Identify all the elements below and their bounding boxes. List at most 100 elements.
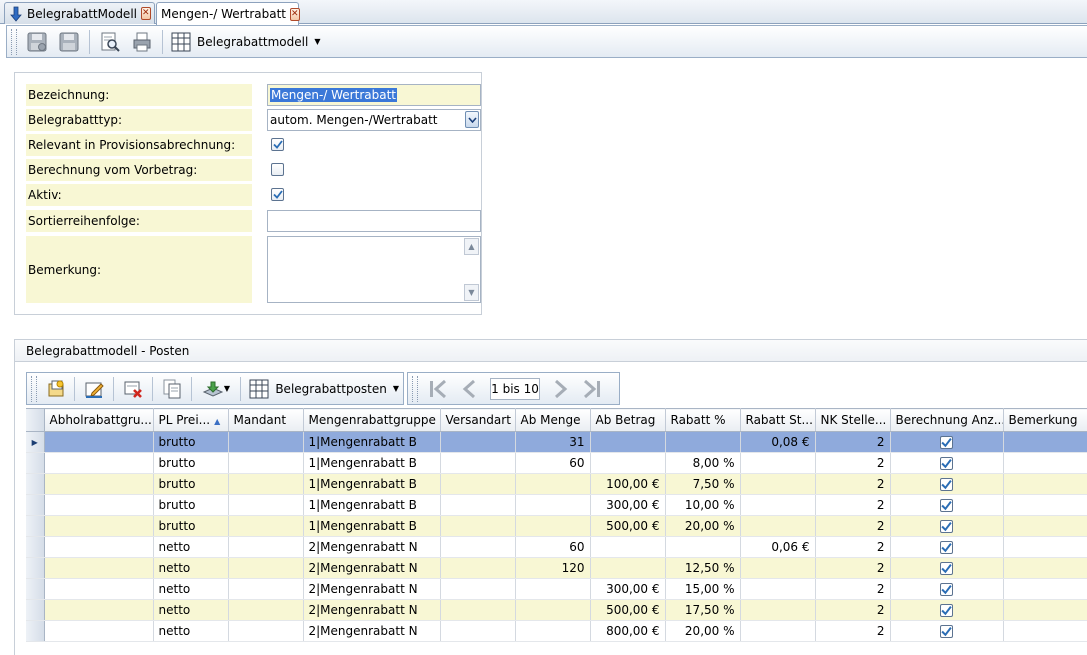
- cell-nk-stellen[interactable]: 2: [815, 599, 891, 621]
- cell-versandart[interactable]: [440, 431, 516, 453]
- cell-bemerkung[interactable]: [1003, 599, 1087, 621]
- cell-ab-betrag[interactable]: [590, 431, 666, 453]
- cell-berechnung[interactable]: [890, 599, 1004, 621]
- cell-abholrabattgruppe[interactable]: [44, 473, 154, 495]
- cell-versandart[interactable]: [440, 578, 516, 600]
- cell-mandant[interactable]: [228, 620, 304, 642]
- cell-abholrabattgruppe[interactable]: [44, 578, 154, 600]
- cell-mengenrabattgruppe[interactable]: 2|Mengenrabatt N: [303, 557, 441, 579]
- page-range-input[interactable]: 1 bis 10: [490, 377, 540, 400]
- sortierung-input[interactable]: [267, 210, 481, 232]
- cell-pl-preis[interactable]: brutto: [153, 452, 229, 474]
- typ-select[interactable]: autom. Mengen-/Wertrabatt: [267, 109, 481, 131]
- cell-ab-menge[interactable]: 31: [515, 431, 591, 453]
- cell-rabatt-stueck[interactable]: 0,08 €: [740, 431, 816, 453]
- cell-rabatt-prozent[interactable]: 20,00 %: [665, 515, 741, 537]
- cell-mandant[interactable]: [228, 599, 304, 621]
- cell-rabatt-stueck[interactable]: [740, 473, 816, 495]
- berechnung-checkbox[interactable]: [940, 499, 953, 512]
- cell-pl-preis[interactable]: brutto: [153, 515, 229, 537]
- cell-mengenrabattgruppe[interactable]: 2|Mengenrabatt N: [303, 599, 441, 621]
- col-header-rabatt-prozent[interactable]: Rabatt %: [665, 408, 741, 432]
- berechnung-checkbox[interactable]: [940, 604, 953, 617]
- cell-berechnung[interactable]: [890, 557, 1004, 579]
- cell-abholrabattgruppe[interactable]: [44, 536, 154, 558]
- cell-bemerkung[interactable]: [1003, 452, 1087, 474]
- tab-mengen-wertrabatt[interactable]: Mengen-/ Wertrabatt ✕: [156, 2, 300, 25]
- berechnung-checkbox[interactable]: [940, 457, 953, 470]
- cell-bemerkung[interactable]: [1003, 536, 1087, 558]
- cell-nk-stellen[interactable]: 2: [815, 515, 891, 537]
- cell-mandant[interactable]: [228, 557, 304, 579]
- scroll-up-icon[interactable]: ▲: [464, 238, 479, 255]
- table-row[interactable]: ▶ brutto 1|Mengenrabatt B 31 0,08 €2: [26, 431, 1087, 453]
- row-header[interactable]: [26, 473, 45, 495]
- cell-mandant[interactable]: [228, 578, 304, 600]
- table-row[interactable]: netto 2|Mengenrabatt N 60 0,06 €2: [26, 536, 1087, 558]
- cell-pl-preis[interactable]: netto: [153, 557, 229, 579]
- cell-bemerkung[interactable]: [1003, 494, 1087, 516]
- cell-rabatt-prozent[interactable]: 20,00 %: [665, 620, 741, 642]
- table-row[interactable]: netto 2|Mengenrabatt N 120 12,50 % 2: [26, 557, 1087, 579]
- cell-bemerkung[interactable]: [1003, 578, 1087, 600]
- cell-berechnung[interactable]: [890, 431, 1004, 453]
- cell-bemerkung[interactable]: [1003, 473, 1087, 495]
- table-row[interactable]: netto 2|Mengenrabatt N 300,00 €15,00 % 2: [26, 578, 1087, 600]
- cell-berechnung[interactable]: [890, 536, 1004, 558]
- row-header[interactable]: [26, 578, 45, 600]
- first-page-button[interactable]: [425, 376, 451, 402]
- cell-rabatt-stueck[interactable]: [740, 557, 816, 579]
- cell-pl-preis[interactable]: netto: [153, 599, 229, 621]
- col-header-versandart[interactable]: Versandart: [440, 408, 516, 432]
- belegrabattposten-dropdown[interactable]: Belegrabattposten ▼: [245, 379, 403, 399]
- cell-mandant[interactable]: [228, 494, 304, 516]
- table-row[interactable]: netto 2|Mengenrabatt N 800,00 €20,00 % 2: [26, 620, 1087, 642]
- toolbar-grip[interactable]: [31, 375, 37, 402]
- cell-rabatt-prozent[interactable]: [665, 536, 741, 558]
- berechnung-checkbox[interactable]: [940, 436, 953, 449]
- last-page-button[interactable]: [579, 376, 605, 402]
- cell-rabatt-prozent[interactable]: 10,00 %: [665, 494, 741, 516]
- save-close-button[interactable]: [24, 29, 50, 55]
- cell-ab-menge[interactable]: [515, 620, 591, 642]
- cell-ab-menge[interactable]: 60: [515, 452, 591, 474]
- cell-berechnung[interactable]: [890, 473, 1004, 495]
- cell-pl-preis[interactable]: netto: [153, 536, 229, 558]
- cell-rabatt-prozent[interactable]: 17,50 %: [665, 599, 741, 621]
- cell-mengenrabattgruppe[interactable]: 1|Mengenrabatt B: [303, 515, 441, 537]
- cell-abholrabattgruppe[interactable]: [44, 515, 154, 537]
- row-header[interactable]: ▶: [26, 431, 45, 453]
- row-header[interactable]: [26, 599, 45, 621]
- cell-rabatt-prozent[interactable]: 8,00 %: [665, 452, 741, 474]
- cell-versandart[interactable]: [440, 557, 516, 579]
- cell-versandart[interactable]: [440, 494, 516, 516]
- cell-berechnung[interactable]: [890, 515, 1004, 537]
- cell-pl-preis[interactable]: brutto: [153, 431, 229, 453]
- cell-rabatt-stueck[interactable]: [740, 494, 816, 516]
- cell-nk-stellen[interactable]: 2: [815, 620, 891, 642]
- edit-row-button[interactable]: [82, 376, 106, 402]
- row-header[interactable]: [26, 557, 45, 579]
- col-header-ab-betrag[interactable]: Ab Betrag: [590, 408, 666, 432]
- tab-belegrabattmodell[interactable]: BelegrabattModell ✕: [4, 2, 155, 24]
- cell-rabatt-prozent[interactable]: [665, 431, 741, 453]
- cell-ab-menge[interactable]: [515, 473, 591, 495]
- cell-versandart[interactable]: [440, 620, 516, 642]
- col-header-mengenrabattgruppe[interactable]: Mengenrabattgruppe: [303, 408, 441, 432]
- col-header-nk-stellen[interactable]: NK Stelle...: [815, 408, 891, 432]
- berechnung-checkbox[interactable]: [940, 541, 953, 554]
- cell-abholrabattgruppe[interactable]: [44, 452, 154, 474]
- vorbetrag-checkbox[interactable]: [271, 163, 284, 176]
- cell-pl-preis[interactable]: brutto: [153, 494, 229, 516]
- bezeichnung-input[interactable]: Mengen-/ Wertrabatt: [267, 84, 481, 106]
- cell-mandant[interactable]: [228, 431, 304, 453]
- cell-nk-stellen[interactable]: 2: [815, 494, 891, 516]
- cell-rabatt-prozent[interactable]: 15,00 %: [665, 578, 741, 600]
- cell-mengenrabattgruppe[interactable]: 1|Mengenrabatt B: [303, 473, 441, 495]
- cell-bemerkung[interactable]: [1003, 431, 1087, 453]
- berechnung-checkbox[interactable]: [940, 562, 953, 575]
- cell-abholrabattgruppe[interactable]: [44, 599, 154, 621]
- berechnung-checkbox[interactable]: [940, 478, 953, 491]
- belegrabattmodell-dropdown[interactable]: Belegrabattmodell ▼: [167, 32, 324, 52]
- print-button[interactable]: [129, 29, 155, 55]
